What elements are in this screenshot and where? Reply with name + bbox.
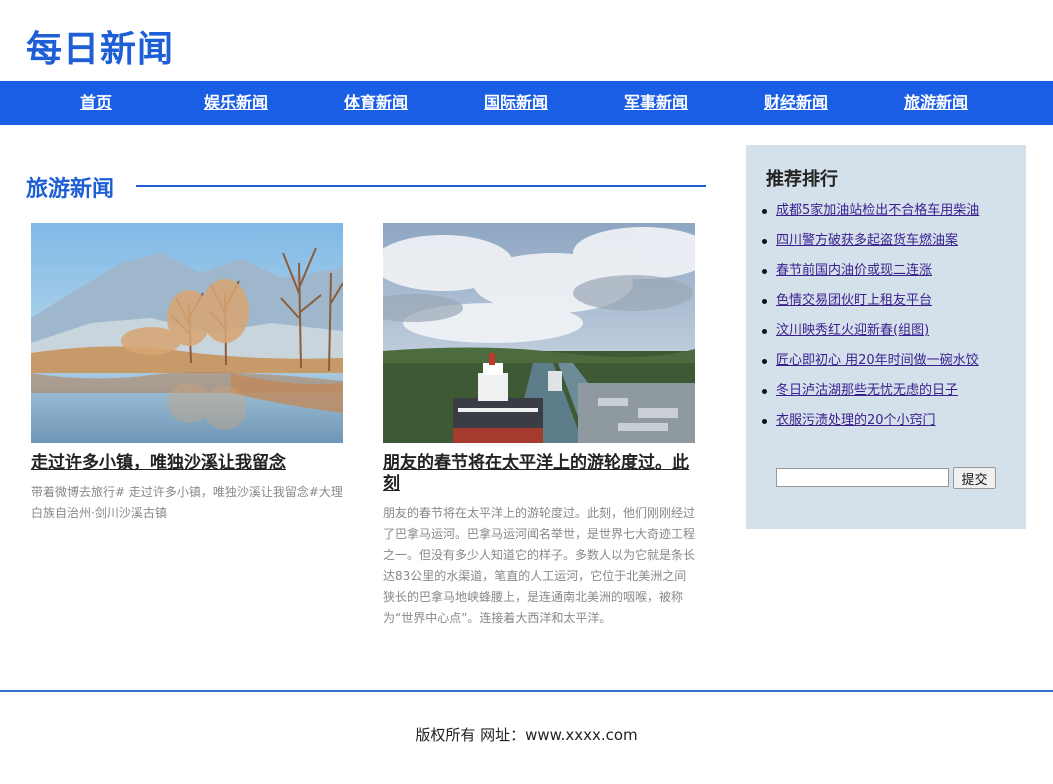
lake-mountain-image xyxy=(31,223,343,443)
list-item: 冬日泸沽湖那些无忧无虑的日子 xyxy=(761,381,979,411)
ranking-sidebar: 推荐排行 成都5家加油站检出不合格车用柴油 四川警方破获多起盗货车燃油案 春节前… xyxy=(746,145,1026,529)
nav-item-international[interactable]: 国际新闻 xyxy=(446,81,586,125)
article-title[interactable]: 走过许多小镇，唯独沙溪让我留念 xyxy=(31,453,343,474)
footer-copyright: 版权所有 网址：www.xxxx.com xyxy=(415,726,638,744)
nav-item-travel[interactable]: 旅游新闻 xyxy=(866,81,1006,125)
ranking-link[interactable]: 春节前国内油价或现二连涨 xyxy=(776,263,932,278)
site-title: 每日新闻 xyxy=(26,29,175,70)
list-item: 衣服污渍处理的20个小窍门 xyxy=(761,411,979,441)
list-item: 四川警方破获多起盗货车燃油案 xyxy=(761,231,979,261)
nav-item-finance[interactable]: 财经新闻 xyxy=(726,81,866,125)
article-thumbnail-lake[interactable] xyxy=(31,223,343,443)
search-input[interactable] xyxy=(776,468,949,487)
footer-divider xyxy=(0,690,1053,692)
list-item: 成都5家加油站检出不合格车用柴油 xyxy=(761,201,979,231)
ranking-link[interactable]: 色情交易团伙盯上租友平台 xyxy=(776,293,932,308)
article-summary: 朋友的春节将在太平洋上的游轮度过。此刻，他们刚刚经过了巴拿马运河。巴拿马运河闻名… xyxy=(383,506,696,625)
nav-item-home[interactable]: 首页 xyxy=(26,81,166,125)
article-title[interactable]: 朋友的春节将在太平洋上的游轮度过。此刻 xyxy=(383,453,695,495)
list-item: 春节前国内油价或现二连涨 xyxy=(761,261,979,291)
ranking-link[interactable]: 四川警方破获多起盗货车燃油案 xyxy=(776,233,958,248)
list-item: 汶川映秀红火迎新春(组图) xyxy=(761,321,979,351)
article-card: 朋友的春节将在太平洋上的游轮度过。此刻 朋友的春节将在太平洋上的游轮度过。此刻，… xyxy=(383,223,695,629)
nav-item-sports[interactable]: 体育新闻 xyxy=(306,81,446,125)
sidebar-title: 推荐排行 xyxy=(766,169,838,190)
section-divider xyxy=(136,185,706,187)
main-nav: 首页 娱乐新闻 体育新闻 国际新闻 军事新闻 财经新闻 旅游新闻 xyxy=(0,81,1053,125)
list-item: 色情交易团伙盯上租友平台 xyxy=(761,291,979,321)
section-title: 旅游新闻 xyxy=(26,177,115,202)
nav-item-entertainment[interactable]: 娱乐新闻 xyxy=(166,81,306,125)
nav-item-military[interactable]: 军事新闻 xyxy=(586,81,726,125)
ranking-list: 成都5家加油站检出不合格车用柴油 四川警方破获多起盗货车燃油案 春节前国内油价或… xyxy=(761,201,979,441)
ranking-link[interactable]: 成都5家加油站检出不合格车用柴油 xyxy=(776,203,979,218)
submit-button[interactable]: 提交 xyxy=(953,467,996,489)
ranking-link[interactable]: 汶川映秀红火迎新春(组图) xyxy=(776,323,929,338)
canal-ship-image xyxy=(383,223,695,443)
ranking-link[interactable]: 冬日泸沽湖那些无忧无虑的日子 xyxy=(776,383,958,398)
ranking-link[interactable]: 衣服污渍处理的20个小窍门 xyxy=(776,413,936,428)
list-item: 匠心即初心 用20年时间做一碗水饺 xyxy=(761,351,979,381)
article-summary: 带着微博去旅行# 走过许多小镇，唯独沙溪让我留念#大理白族自治州·剑川沙溪古镇 xyxy=(31,485,343,520)
ranking-link[interactable]: 匠心即初心 用20年时间做一碗水饺 xyxy=(776,353,979,368)
article-card: 走过许多小镇，唯独沙溪让我留念 带着微博去旅行# 走过许多小镇，唯独沙溪让我留念… xyxy=(31,223,343,524)
article-thumbnail-canal[interactable] xyxy=(383,223,695,443)
